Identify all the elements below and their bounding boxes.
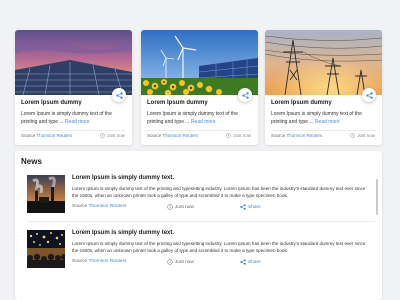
card-divider	[147, 130, 252, 131]
news-card[interactable]: Lorem Ipsum dummy Lorem Ipsum is simply …	[15, 30, 132, 145]
share-label: Share	[248, 259, 261, 265]
news-thumbnail-crowd[interactable]	[27, 230, 65, 268]
card-divider	[21, 130, 126, 131]
clock-icon	[167, 259, 173, 265]
news-item-source: Source Thomson Reuters	[72, 204, 127, 209]
card-timestamp: Just now	[350, 133, 375, 138]
card-image-power-lines[interactable]	[265, 30, 382, 95]
clock-icon	[350, 133, 355, 138]
card-title[interactable]: Lorem Ipsum dummy	[147, 100, 208, 106]
clock-icon	[100, 133, 105, 138]
news-item-source: Source Thomson Reuters	[72, 259, 127, 264]
news-item-title[interactable]: Lorem Ipsum is simply dummy text.	[72, 175, 174, 181]
read-more-link[interactable]: Read more	[315, 119, 340, 125]
source-label: Source	[72, 204, 88, 209]
card-description: Lorem Ipsum is simply dummy text of the …	[147, 110, 253, 126]
news-divider	[27, 221, 375, 222]
publisher-link[interactable]: Thomson Reuters	[162, 133, 198, 138]
card-timestamp: Just now	[100, 133, 125, 138]
source-label: Source	[72, 259, 88, 264]
clock-icon	[226, 133, 231, 138]
card-timestamp: Just now	[226, 133, 251, 138]
publisher-link[interactable]: Thomson Reuters	[88, 259, 126, 264]
card-divider	[271, 130, 376, 131]
news-card[interactable]: Lorem Ipsum dummy Lorem Ipsum is simply …	[265, 30, 382, 145]
source-label: Source	[147, 133, 162, 138]
read-more-link[interactable]: Read more	[65, 119, 90, 125]
news-item[interactable]: Lorem Ipsum is simply dummy text. Lorem …	[27, 175, 375, 225]
news-heading: News	[21, 157, 42, 166]
news-share-button[interactable]: Share	[240, 259, 261, 265]
news-card[interactable]: Lorem Ipsum dummy Lorem Ipsum is simply …	[141, 30, 258, 145]
share-icon	[240, 204, 246, 210]
timestamp-text: Just now	[357, 133, 375, 138]
card-source: Source Thomson Reuters	[147, 133, 198, 138]
card-source: Source Thomson Reuters	[21, 133, 72, 138]
publisher-link[interactable]: Thomson Reuters	[286, 133, 322, 138]
news-item-title[interactable]: Lorem Ipsum is simply dummy text.	[72, 230, 174, 236]
timestamp-text: Just now	[107, 133, 125, 138]
news-panel: News Lorem Ipsum is simply dummy text. L…	[15, 151, 382, 300]
news-item[interactable]: Lorem Ipsum is simply dummy text. Lorem …	[27, 230, 375, 280]
timestamp-text: Just now	[233, 133, 251, 138]
publisher-link[interactable]: Thomson Reuters	[88, 204, 126, 209]
publisher-link[interactable]: Thomson Reuters	[36, 133, 72, 138]
source-label: Source	[271, 133, 286, 138]
card-share-button[interactable]	[238, 88, 252, 102]
share-icon	[240, 259, 246, 265]
share-label: Share	[248, 204, 261, 210]
read-more-link[interactable]: Read more	[191, 119, 216, 125]
card-share-button[interactable]	[362, 88, 376, 102]
timestamp-text: Just now	[175, 204, 194, 210]
card-title[interactable]: Lorem Ipsum dummy	[21, 100, 82, 106]
news-item-text: Lorem Ipsum is simply dummy text of the …	[72, 241, 366, 253]
card-share-button[interactable]	[112, 88, 126, 102]
news-item-timestamp: Just now	[167, 204, 194, 210]
share-icon	[241, 91, 249, 99]
card-description: Lorem Ipsum is simply dummy text of the …	[271, 110, 377, 126]
news-thumbnail-factory[interactable]	[27, 175, 65, 213]
news-share-button[interactable]: Share	[240, 204, 261, 210]
card-title[interactable]: Lorem Ipsum dummy	[271, 100, 332, 106]
share-icon	[115, 91, 123, 99]
share-icon	[365, 91, 373, 99]
source-label: Source	[21, 133, 36, 138]
card-image-solar[interactable]	[15, 30, 132, 95]
card-source: Source Thomson Reuters	[271, 133, 322, 138]
news-scrollbar[interactable]	[376, 179, 378, 215]
card-description: Lorem Ipsum is simply dummy text of the …	[21, 110, 127, 126]
news-item-text: Lorem Ipsum is simply dummy text of the …	[72, 186, 366, 198]
news-item-timestamp: Just now	[167, 259, 194, 265]
card-image-wind[interactable]	[141, 30, 258, 95]
clock-icon	[167, 204, 173, 210]
timestamp-text: Just now	[175, 259, 194, 265]
